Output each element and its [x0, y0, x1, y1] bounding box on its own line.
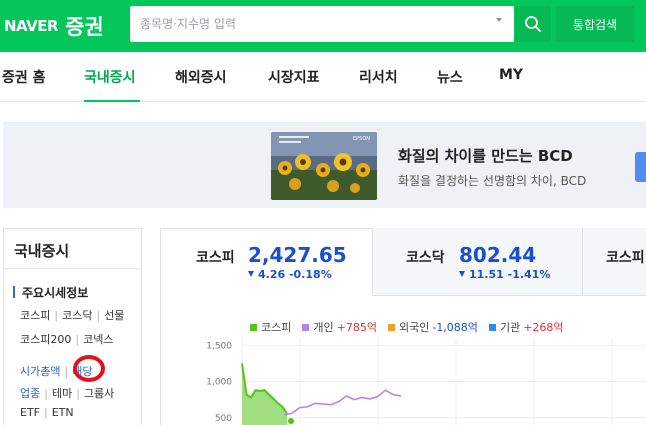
sidebar-title: 국내증시 [14, 242, 70, 260]
index-change-value-kosdaq: 11.51 [469, 268, 504, 281]
nav-item-domestic[interactable]: 국내증시 [84, 67, 136, 87]
y-tick-label: 500 [215, 414, 232, 424]
chart-legend: 코스피 개인 +785억 외국인 -1,088억 기관 +268억 [250, 319, 575, 335]
main-nav: 증권 홈 국내증시 해외증시 시장지표 리서치 뉴스 MY [0, 52, 646, 102]
index-change-kosdaq: 11.51 -1.41% [459, 268, 550, 281]
y-tick-label: 1,500 [206, 341, 232, 351]
legend-swatch-institution [488, 323, 496, 331]
naver-logo-text: NAVER [4, 17, 59, 35]
legend-value-individual: +785억 [336, 321, 377, 334]
search-button[interactable] [515, 6, 551, 42]
nav-item-stock-home[interactable]: 증권 홈 [2, 67, 46, 87]
sidebar-row-kospi200: 코스피200 | 코넥스 [20, 331, 113, 347]
total-search-button[interactable]: 통합검색 [556, 6, 634, 42]
sidebar-divider [4, 268, 141, 269]
index-name-third[interactable]: 코스피 [606, 247, 645, 267]
nav-item-research[interactable]: 리서치 [359, 67, 398, 87]
banner-image[interactable]: EPSON [271, 132, 377, 200]
index-change-value-kospi: 4.26 [258, 268, 286, 281]
y-tick-label: 1,000 [206, 378, 232, 388]
legend-kospi[interactable]: 코스피 [250, 319, 291, 335]
link-separator: | [44, 387, 48, 400]
banner-brand-text: EPSON [353, 136, 370, 142]
nav-item-market-indicators[interactable]: 시장지표 [268, 67, 320, 87]
nav-item-my[interactable]: MY [499, 67, 523, 83]
index-change-kospi: 4.26 -0.18% [248, 268, 332, 281]
banner-title[interactable]: 화질의 차이를 만드는 BCD [398, 145, 573, 166]
index-change-pct-kospi: -0.18% [288, 268, 332, 281]
legend-swatch-foreign [387, 323, 395, 331]
index-name-kospi[interactable]: 코스피 [196, 247, 235, 267]
legend-label-individual: 개인 [313, 321, 334, 334]
domestic-market-sidebar: 국내증시 주요시세정보 코스피 | 코스닥 | 선물 코스피200 | 코넥스 시가총액 | 배… [3, 228, 142, 425]
down-triangle-icon [459, 271, 465, 277]
sidebar-link-konex[interactable]: 코넥스 [83, 333, 113, 346]
stock-logo-text: 증권 [65, 15, 104, 39]
legend-swatch-kospi [250, 323, 257, 331]
sidebar-link-kospi[interactable]: 코스피 [20, 309, 50, 322]
link-separator: | [76, 387, 80, 400]
legend-value-institution: +268억 [523, 321, 564, 334]
link-separator: | [96, 309, 101, 322]
sidebar-section-title: 주요시세정보 [22, 286, 89, 300]
series-area-kospi [242, 363, 287, 425]
sidebar-link-kosdaq[interactable]: 코스닥 [62, 309, 92, 322]
legend-label-kospi: 코스피 [261, 321, 292, 334]
index-value-kosdaq: 802.44 [459, 243, 537, 267]
link-separator: | [64, 365, 69, 378]
sidebar-link-etn[interactable]: ETN [52, 406, 74, 419]
search-box [130, 6, 514, 42]
search-input[interactable] [140, 6, 480, 42]
nav-item-news[interactable]: 뉴스 [437, 67, 463, 87]
legend-individual[interactable]: 개인 +785억 [302, 319, 377, 335]
chevron-down-icon[interactable] [496, 18, 502, 22]
sidebar-row-etf: ETF | ETN [20, 406, 74, 419]
legend-foreign[interactable]: 외국인 -1,088억 [387, 319, 478, 335]
link-separator: | [44, 406, 48, 419]
index-name-kosdaq[interactable]: 코스닥 [406, 247, 445, 267]
legend-label-foreign: 외국인 [398, 321, 430, 334]
sidebar-link-futures[interactable]: 선물 [104, 309, 124, 322]
down-triangle-icon [248, 271, 254, 277]
red-circle-annotation [73, 355, 105, 382]
index-change-pct-kosdaq: -1.41% [507, 268, 551, 281]
sidebar-link-market-cap[interactable]: 시가총액 [20, 365, 60, 378]
legend-swatch-individual [302, 323, 310, 331]
legend-institution[interactable]: 기관 +268억 [488, 319, 564, 335]
chart-point-marker [288, 418, 294, 424]
link-separator: | [54, 309, 59, 322]
search-icon [525, 16, 541, 32]
sunflower-field-image: EPSON [271, 132, 377, 200]
sidebar-link-etf[interactable]: ETF [20, 406, 40, 419]
active-tab-indicator [84, 100, 140, 102]
sidebar-link-theme[interactable]: 테마 [52, 387, 72, 400]
sidebar-row-sectors: 업종 | 테마 | 그룹사 [20, 385, 114, 401]
sidebar-link-kospi200[interactable]: 코스피200 [20, 333, 71, 346]
banner-side-tab[interactable] [635, 152, 646, 182]
section-marker [13, 286, 15, 298]
series-line-individual [283, 389, 402, 416]
banner-subtitle: 화질을 결정하는 선명함의 차이, BCD [398, 174, 587, 188]
legend-label-institution: 기관 [499, 321, 521, 334]
legend-value-foreign: -1,088억 [432, 321, 478, 334]
intraday-chart[interactable]: 1,500 1,000 500 [200, 338, 646, 425]
nav-item-overseas[interactable]: 해외증시 [175, 67, 227, 87]
sidebar-link-group[interactable]: 그룹사 [84, 387, 114, 400]
sidebar-link-sector[interactable]: 업종 [20, 387, 40, 400]
index-value-kospi: 2,427.65 [248, 243, 347, 267]
naver-stock-logo[interactable]: NAVER 증권 [4, 12, 104, 40]
sidebar-row-indices: 코스피 | 코스닥 | 선물 [20, 307, 124, 323]
link-separator: | [75, 333, 80, 346]
